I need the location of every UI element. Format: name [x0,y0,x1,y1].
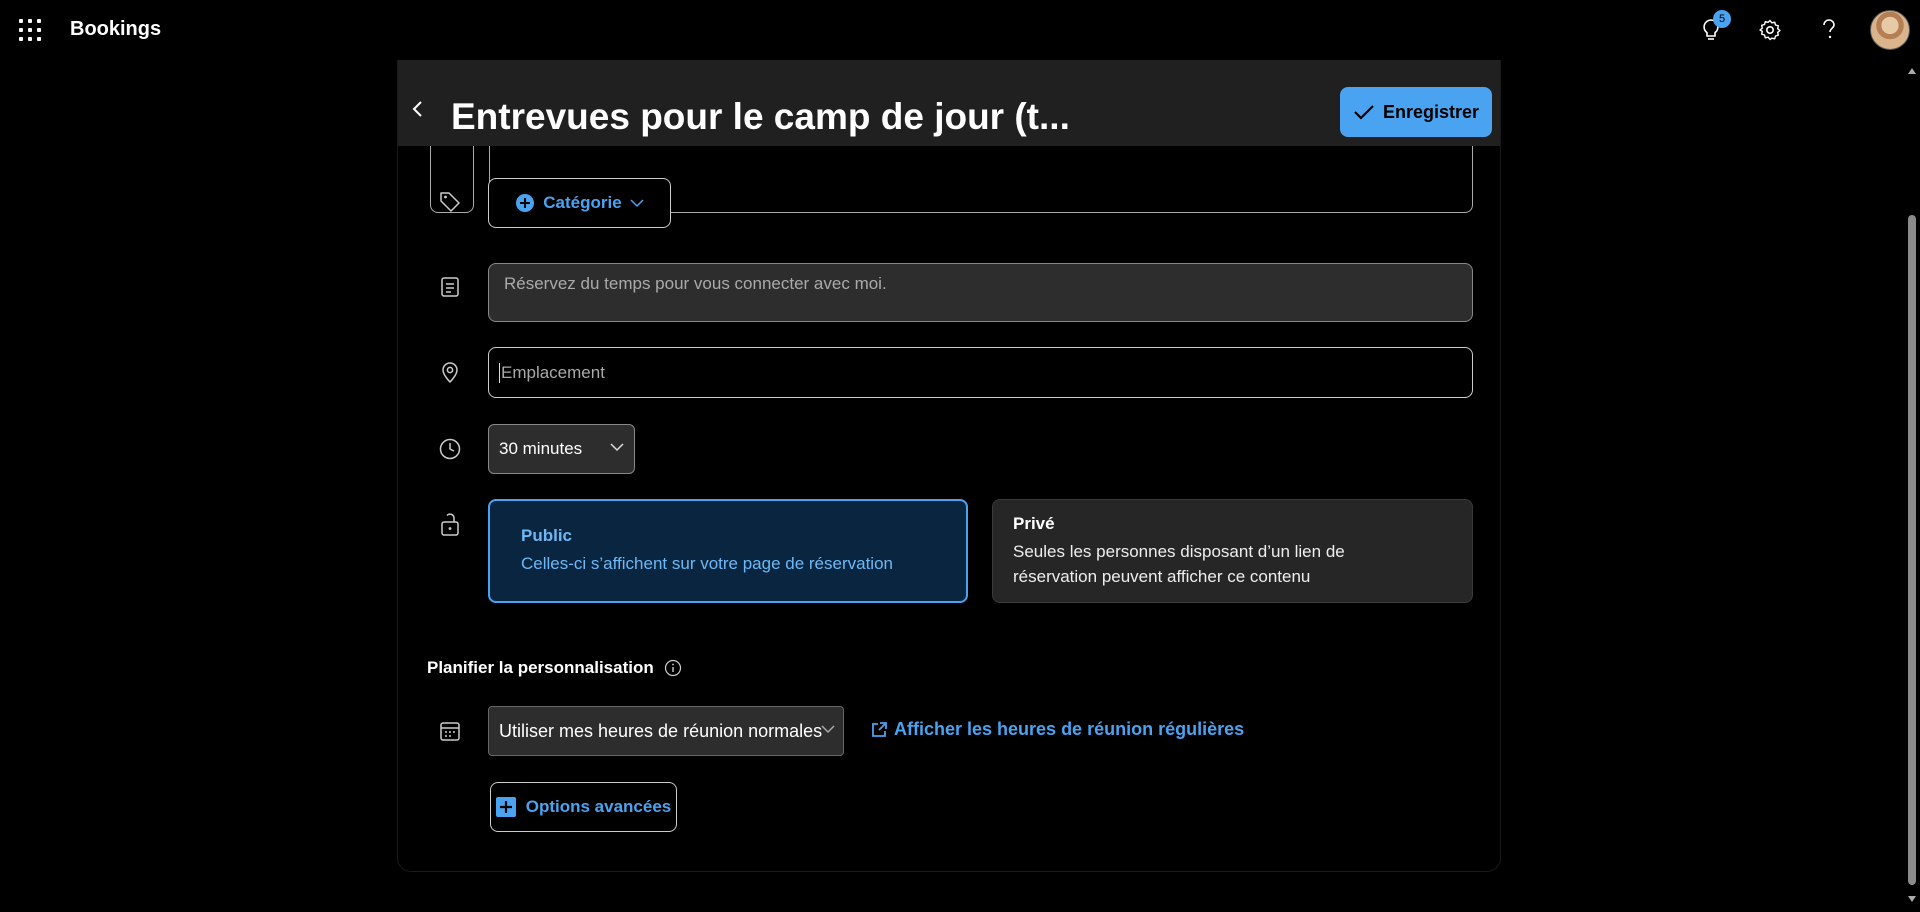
tag-icon [438,189,462,213]
public-title: Public [521,526,573,545]
lightbulb-icon[interactable]: 5 [1695,10,1731,46]
duration-select[interactable]: 30 minutes [488,424,635,474]
duration-value: 30 minutes [499,439,583,458]
save-button[interactable]: Enregistrer [1340,87,1492,137]
help-icon[interactable] [1813,14,1845,46]
advanced-options-button[interactable]: Options avancées [490,782,677,832]
visibility-public-option[interactable]: Public Celles-ci s’affichent sur votre p… [488,499,968,603]
location-icon [438,360,462,384]
meeting-hours-value: Utiliser mes heures de réunion normales [499,720,823,741]
chevron-down-icon [821,725,835,734]
scroll-up-arrow[interactable] [1908,68,1916,74]
notes-icon [438,275,462,299]
visibility-private-option[interactable]: Privé Seules les personnes disposant d’u… [992,499,1473,603]
gear-icon[interactable] [1754,14,1786,46]
scheduling-title-label: Planifier la personnalisation [427,658,654,677]
info-icon[interactable] [664,659,682,677]
top-bar: Bookings 5 [0,0,1920,60]
location-input[interactable]: Emplacement [488,347,1473,398]
unlock-icon [438,511,462,536]
back-icon[interactable] [406,97,430,121]
private-description-line2: réservation peuvent afficher ce contenu [1013,566,1311,586]
add-circle-icon [516,194,535,212]
page-scrollbar[interactable] [1904,60,1920,912]
calendar-icon [438,719,462,743]
description-field[interactable]: Réservez du temps pour vous connecter av… [488,263,1473,322]
save-button-label: Enregistrer [1382,101,1480,122]
category-label: Catégorie [543,193,622,212]
edit-service-panel: Entrevues pour le camp de jour (t... Enr… [397,60,1501,872]
chevron-down-icon [630,199,644,208]
avatar[interactable] [1870,10,1910,50]
scroll-down-arrow[interactable] [1908,896,1916,902]
apps-icon[interactable] [19,19,41,41]
view-regular-hours-link[interactable]: Afficher les heures de réunion régulière… [870,719,1244,740]
chevron-down-icon [610,443,624,452]
clock-icon [438,437,462,461]
private-description-line1: Seules les personnes disposant d’un lien… [1013,541,1345,561]
app-name: Bookings [70,18,162,40]
category-button[interactable]: Catégorie [488,178,671,228]
public-description: Celles-ci s’affichent sur votre page de … [521,554,893,573]
add-square-icon [495,797,516,817]
private-description: Seules les personnes disposant d’un lien… [1013,539,1452,589]
checkmark-icon [1354,105,1374,120]
location-placeholder: Emplacement [501,362,605,382]
scroll-thumb[interactable] [1908,215,1916,885]
open-external-icon [872,721,887,737]
meeting-hours-select[interactable]: Utiliser mes heures de réunion normales [488,706,844,756]
panel-header: Entrevues pour le camp de jour (t... Enr… [398,60,1500,146]
text-cursor [499,362,500,383]
scheduling-section-title: Planifier la personnalisation [427,658,682,678]
private-title: Privé [1013,513,1055,533]
view-regular-hours-label: Afficher les heures de réunion régulière… [894,719,1245,739]
notification-badge: 5 [1713,10,1731,28]
advanced-options-label: Options avancées [525,797,672,816]
page-title: Entrevues pour le camp de jour (t... [451,96,1070,137]
